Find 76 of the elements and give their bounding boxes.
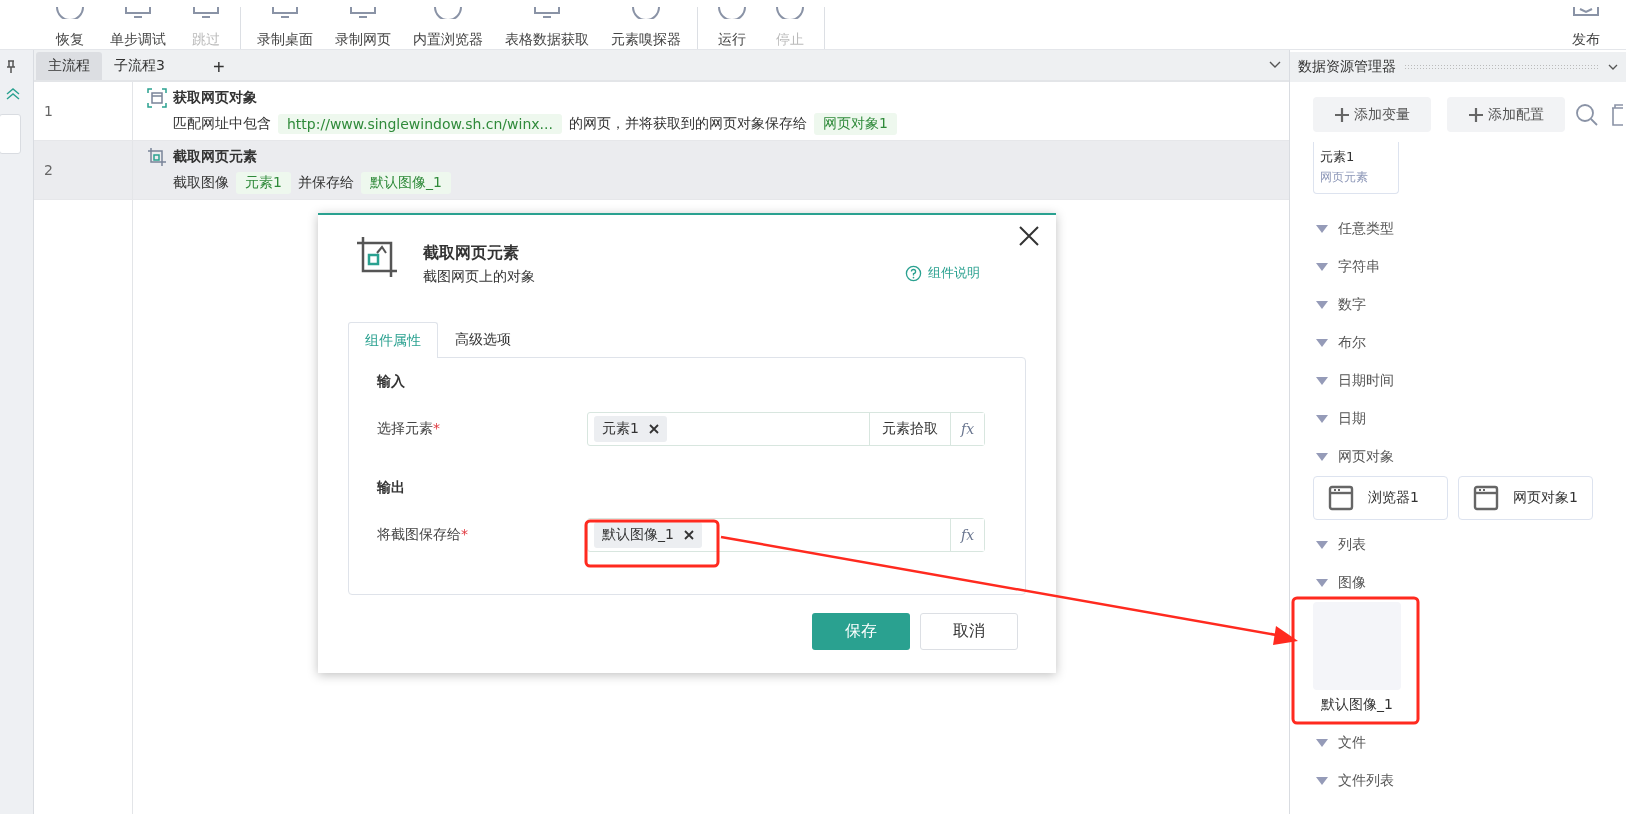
flow-step-row[interactable]: 2 截取网页元素 截取图像 元素1 并保存给 默认图像_1 <box>34 141 1289 200</box>
toolbar-button[interactable]: 单步调试 <box>106 7 170 49</box>
category-toggle[interactable]: 数字 <box>1316 286 1626 324</box>
step-title: 截取网页元素 <box>173 148 257 166</box>
step-title: 获取网页对象 <box>173 89 257 107</box>
variable-chip: 元素1 <box>594 416 667 442</box>
cancel-button[interactable]: 取消 <box>920 613 1018 650</box>
variable-chip: 默认图像_1 <box>594 522 702 548</box>
chevron-down-icon[interactable] <box>1608 63 1618 71</box>
variable-name: 元素1 <box>1320 148 1356 166</box>
variable-type: 网页元素 <box>1320 169 1369 186</box>
variable-field[interactable]: 默认图像_1 fx <box>587 518 985 552</box>
line-number: 1 <box>44 103 53 119</box>
variable-tag: http://www.singlewindow.sh.cn/winx... <box>278 114 562 134</box>
crop-icon <box>355 235 399 279</box>
field-label: 将截图保存给* <box>377 526 469 544</box>
category-toggle[interactable]: 布尔 <box>1316 324 1626 362</box>
search-icon[interactable] <box>1575 102 1599 127</box>
window-icon <box>1328 485 1354 511</box>
category-toggle[interactable]: 日期时间 <box>1316 362 1626 400</box>
toolbar-button[interactable]: 元素嗅探器 <box>607 7 685 49</box>
category-toggle[interactable]: 列表 <box>1316 526 1626 564</box>
toolbar-button[interactable]: 恢复 <box>48 7 92 49</box>
toolbar-button[interactable]: 表格数据获取 <box>501 7 593 49</box>
plus-icon <box>1468 106 1484 123</box>
category-toggle[interactable]: 字符串 <box>1316 248 1626 286</box>
panel-title: 数据资源管理器 <box>1298 58 1396 76</box>
pin-icon[interactable] <box>5 60 16 74</box>
variable-tag: 默认图像_1 <box>360 172 451 194</box>
dialog-tab[interactable]: 高级选项 <box>438 321 528 357</box>
expression-button[interactable]: fx <box>950 519 984 551</box>
variable-card[interactable]: 元素1 网页元素 <box>1313 142 1399 194</box>
step-description: 的网页，并将获取到的网页对象保存给 <box>568 115 807 133</box>
browser-frame-icon <box>147 88 167 108</box>
window-icon <box>1473 485 1499 511</box>
flow-tab[interactable]: 主流程 <box>36 52 102 80</box>
category-toggle[interactable]: 任意类型 <box>1316 210 1626 248</box>
remove-icon[interactable] <box>648 424 659 434</box>
chevron-down-icon[interactable] <box>1269 61 1281 69</box>
section-heading: 输出 <box>377 479 405 497</box>
crop-icon <box>147 147 167 167</box>
toolbar-button[interactable]: 内置浏览器 <box>409 7 487 49</box>
field-label: 选择元素* <box>377 420 441 438</box>
toolbar-button[interactable]: 录制网页 <box>331 7 395 49</box>
publish-button[interactable]: 发布 <box>1564 7 1608 49</box>
step-description: 匹配网址中包含 <box>173 115 271 133</box>
add-button[interactable]: 添加配置 <box>1447 97 1565 132</box>
dialog-subtitle: 截图网页上的对象 <box>423 268 535 286</box>
variable-field[interactable]: 元素1 元素拾取 fx <box>587 412 985 446</box>
help-icon <box>905 264 922 282</box>
flow-tab[interactable]: 子流程3 <box>102 52 177 80</box>
variable-name: 网页对象1 <box>1513 489 1578 507</box>
remove-icon[interactable] <box>683 530 694 540</box>
dialog-title: 截取网页元素 <box>423 243 520 264</box>
add-button[interactable]: 添加变量 <box>1313 97 1431 132</box>
toolbar-button[interactable]: 运行 <box>710 7 754 49</box>
category-toggle[interactable]: 图像 <box>1316 564 1626 602</box>
variable-card[interactable]: 浏览器1 <box>1313 476 1448 520</box>
chevron-up-icon[interactable] <box>5 88 20 100</box>
plus-icon <box>1334 106 1350 123</box>
variable-tag: 元素1 <box>236 172 291 194</box>
section-heading: 输入 <box>377 373 405 391</box>
step-description: 截取图像 <box>173 174 229 192</box>
line-number: 2 <box>44 162 53 178</box>
step-description: 并保存给 <box>297 174 354 192</box>
category-toggle[interactable]: 网页对象 <box>1316 438 1626 476</box>
add-tab-button[interactable]: + <box>206 55 231 80</box>
variable-tag: 网页对象1 <box>813 113 897 135</box>
category-toggle[interactable]: 文件 <box>1316 724 1626 762</box>
category-toggle[interactable]: 日期 <box>1316 400 1626 438</box>
variable-name: 默认图像_1 <box>1321 696 1393 714</box>
category-toggle[interactable]: 文件列表 <box>1316 762 1626 800</box>
variable-card[interactable]: 网页对象1 <box>1458 476 1593 520</box>
expression-button[interactable]: fx <box>950 413 984 445</box>
toolbar-button[interactable]: 录制桌面 <box>253 7 317 49</box>
variable-name: 浏览器1 <box>1368 489 1419 507</box>
